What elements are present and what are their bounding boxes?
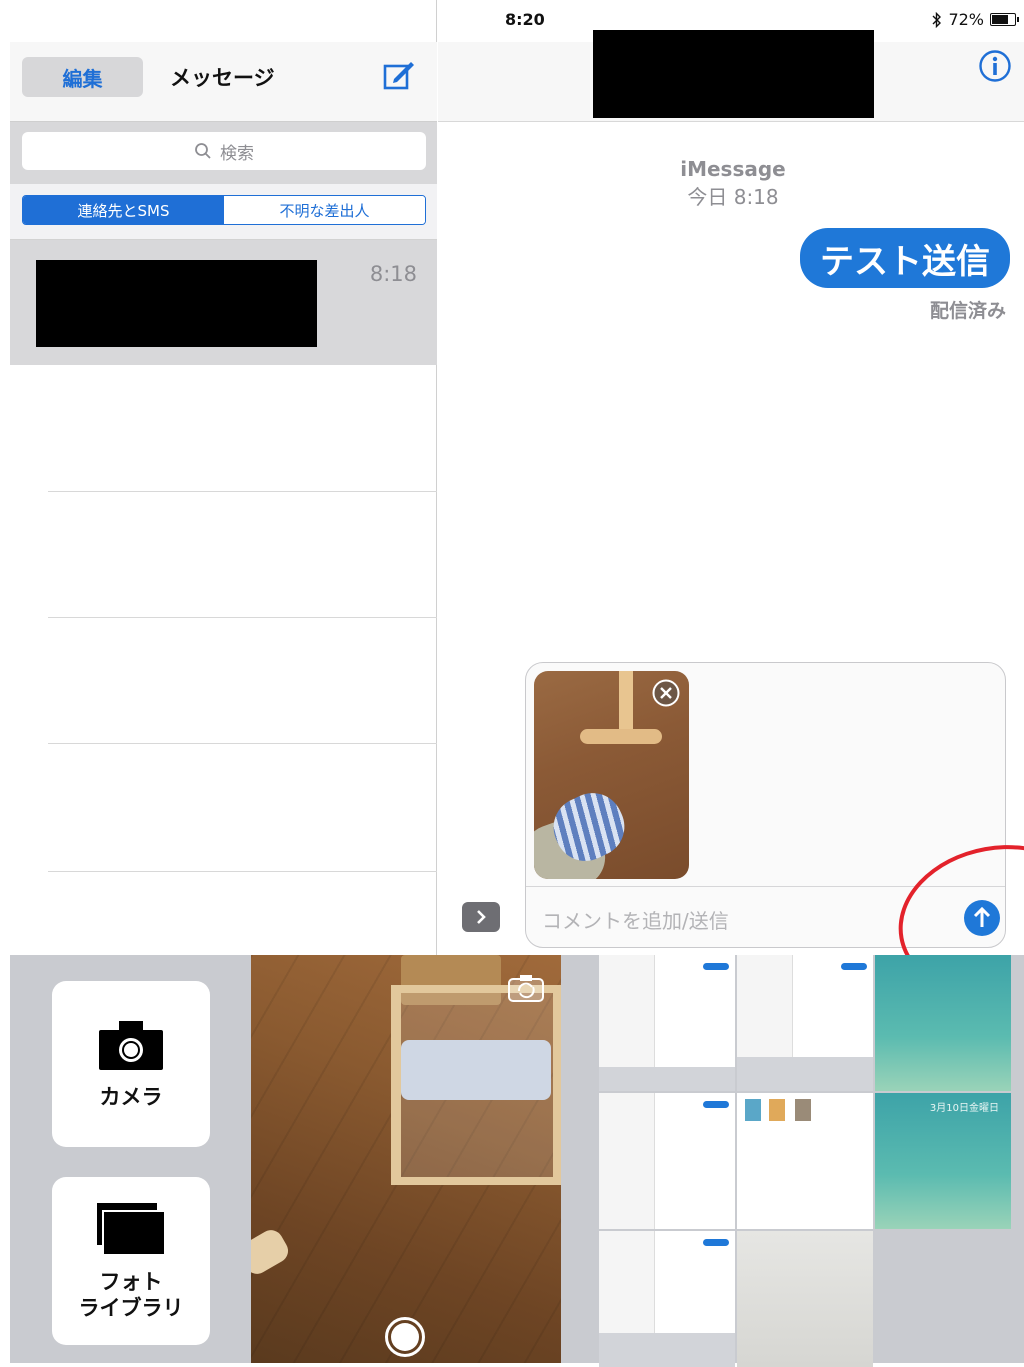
message-timestamp: 今日 8:18 xyxy=(687,185,779,209)
recent-photos-grid: 3月10日金曜日 xyxy=(599,955,1024,1367)
list-separator xyxy=(48,617,437,618)
bluetooth-icon xyxy=(932,11,942,28)
photo-thumbnail[interactable] xyxy=(875,955,1011,1091)
remove-attachment-icon[interactable] xyxy=(652,679,680,707)
tab-unknown-senders[interactable]: 不明な差出人 xyxy=(224,196,425,224)
service-label: iMessage xyxy=(680,157,786,181)
search-icon xyxy=(195,143,211,159)
thumbnail-detail xyxy=(841,963,867,970)
sidebar-title: メッセージ xyxy=(170,66,275,90)
info-icon[interactable] xyxy=(978,49,1012,83)
thumbnail-detail xyxy=(795,1099,811,1121)
list-separator xyxy=(48,871,437,872)
send-button[interactable] xyxy=(964,900,1000,936)
arrow-up-icon xyxy=(973,906,991,927)
cloth xyxy=(401,1040,551,1100)
chevron-right-icon xyxy=(477,910,486,924)
conversation-sidebar: 編集 メッセージ 検索 連絡先とSMS 不明な差出人 8:18 xyxy=(10,0,437,955)
lockscreen-date: 3月10日金曜日 xyxy=(929,1103,999,1114)
sidebar-nav-bar: 編集 メッセージ xyxy=(10,42,437,122)
compose-box: コメントを追加/送信 xyxy=(525,662,1006,948)
photo-thumbnail[interactable] xyxy=(737,955,873,1091)
thumbnail-detail xyxy=(737,1057,873,1091)
tab-known-senders[interactable]: 連絡先とSMS xyxy=(23,196,224,224)
thumbnail-detail xyxy=(703,963,729,970)
photo-tray: カメラ フォト ライブラリ 3月10日金曜日 xyxy=(10,955,1024,1367)
delivery-status: 配信済み xyxy=(929,300,1006,322)
thumbnail-detail xyxy=(703,1101,729,1108)
photo-thumbnail[interactable] xyxy=(737,1231,873,1367)
photo-thumbnail[interactable] xyxy=(599,1231,735,1367)
list-separator xyxy=(48,743,437,744)
conversation-time: 8:18 xyxy=(369,262,417,286)
thumbnail-detail xyxy=(703,1239,729,1246)
clock: 8:20 xyxy=(505,10,545,29)
redacted-contact-name xyxy=(36,260,317,347)
photo-library-icon xyxy=(97,1202,166,1256)
thumbnail-detail xyxy=(745,1099,761,1121)
photo-detail xyxy=(580,729,662,744)
edit-button[interactable]: 編集 xyxy=(22,57,143,97)
camera-icon xyxy=(99,1020,163,1070)
camera-button[interactable]: カメラ xyxy=(52,981,210,1147)
photo-library-button[interactable]: フォト ライブラリ xyxy=(52,1177,210,1345)
conversation-row[interactable]: 8:18 xyxy=(10,240,437,365)
search-input[interactable]: 検索 xyxy=(22,132,426,170)
thumbnail-detail xyxy=(599,1067,735,1091)
photo-thumbnail[interactable] xyxy=(737,1093,873,1229)
photo-thumbnail[interactable]: 3月10日金曜日 xyxy=(875,1093,1011,1229)
battery-icon xyxy=(990,13,1019,26)
search-area: 検索 xyxy=(10,122,437,184)
battery-level xyxy=(992,15,1008,24)
compose-divider xyxy=(526,886,1005,887)
camera-label: カメラ xyxy=(99,1084,163,1109)
shutter-button[interactable] xyxy=(385,1317,425,1357)
comment-input[interactable]: コメントを追加/送信 xyxy=(542,901,922,937)
thumbnail-detail xyxy=(769,1099,785,1121)
compose-icon[interactable] xyxy=(382,58,416,92)
redacted-contact-header xyxy=(593,30,874,118)
filter-segmented-control: 連絡先とSMS 不明な差出人 xyxy=(22,195,426,225)
status-right: 72% xyxy=(932,10,1019,29)
attached-photo[interactable] xyxy=(534,671,689,879)
thumbnail-detail xyxy=(599,1093,655,1229)
photo-thumbnail[interactable] xyxy=(599,1093,735,1229)
filter-area: 連絡先とSMS 不明な差出人 xyxy=(10,184,437,240)
message-header: iMessage 今日 8:18 xyxy=(438,155,1024,211)
expand-apps-button[interactable] xyxy=(462,902,500,932)
battery-percent: 72% xyxy=(948,10,984,29)
photo-thumbnail[interactable] xyxy=(599,955,735,1091)
live-camera-preview[interactable] xyxy=(251,955,561,1363)
list-separator xyxy=(48,491,437,492)
flip-camera-icon[interactable] xyxy=(506,973,546,1003)
sent-message-bubble[interactable]: テスト送信 xyxy=(800,228,1010,288)
thumbnail-detail xyxy=(599,1333,735,1367)
photo-library-label: フォト ライブラリ xyxy=(78,1269,184,1320)
search-placeholder: 検索 xyxy=(220,143,254,164)
chat-nav-bar xyxy=(438,30,1024,122)
